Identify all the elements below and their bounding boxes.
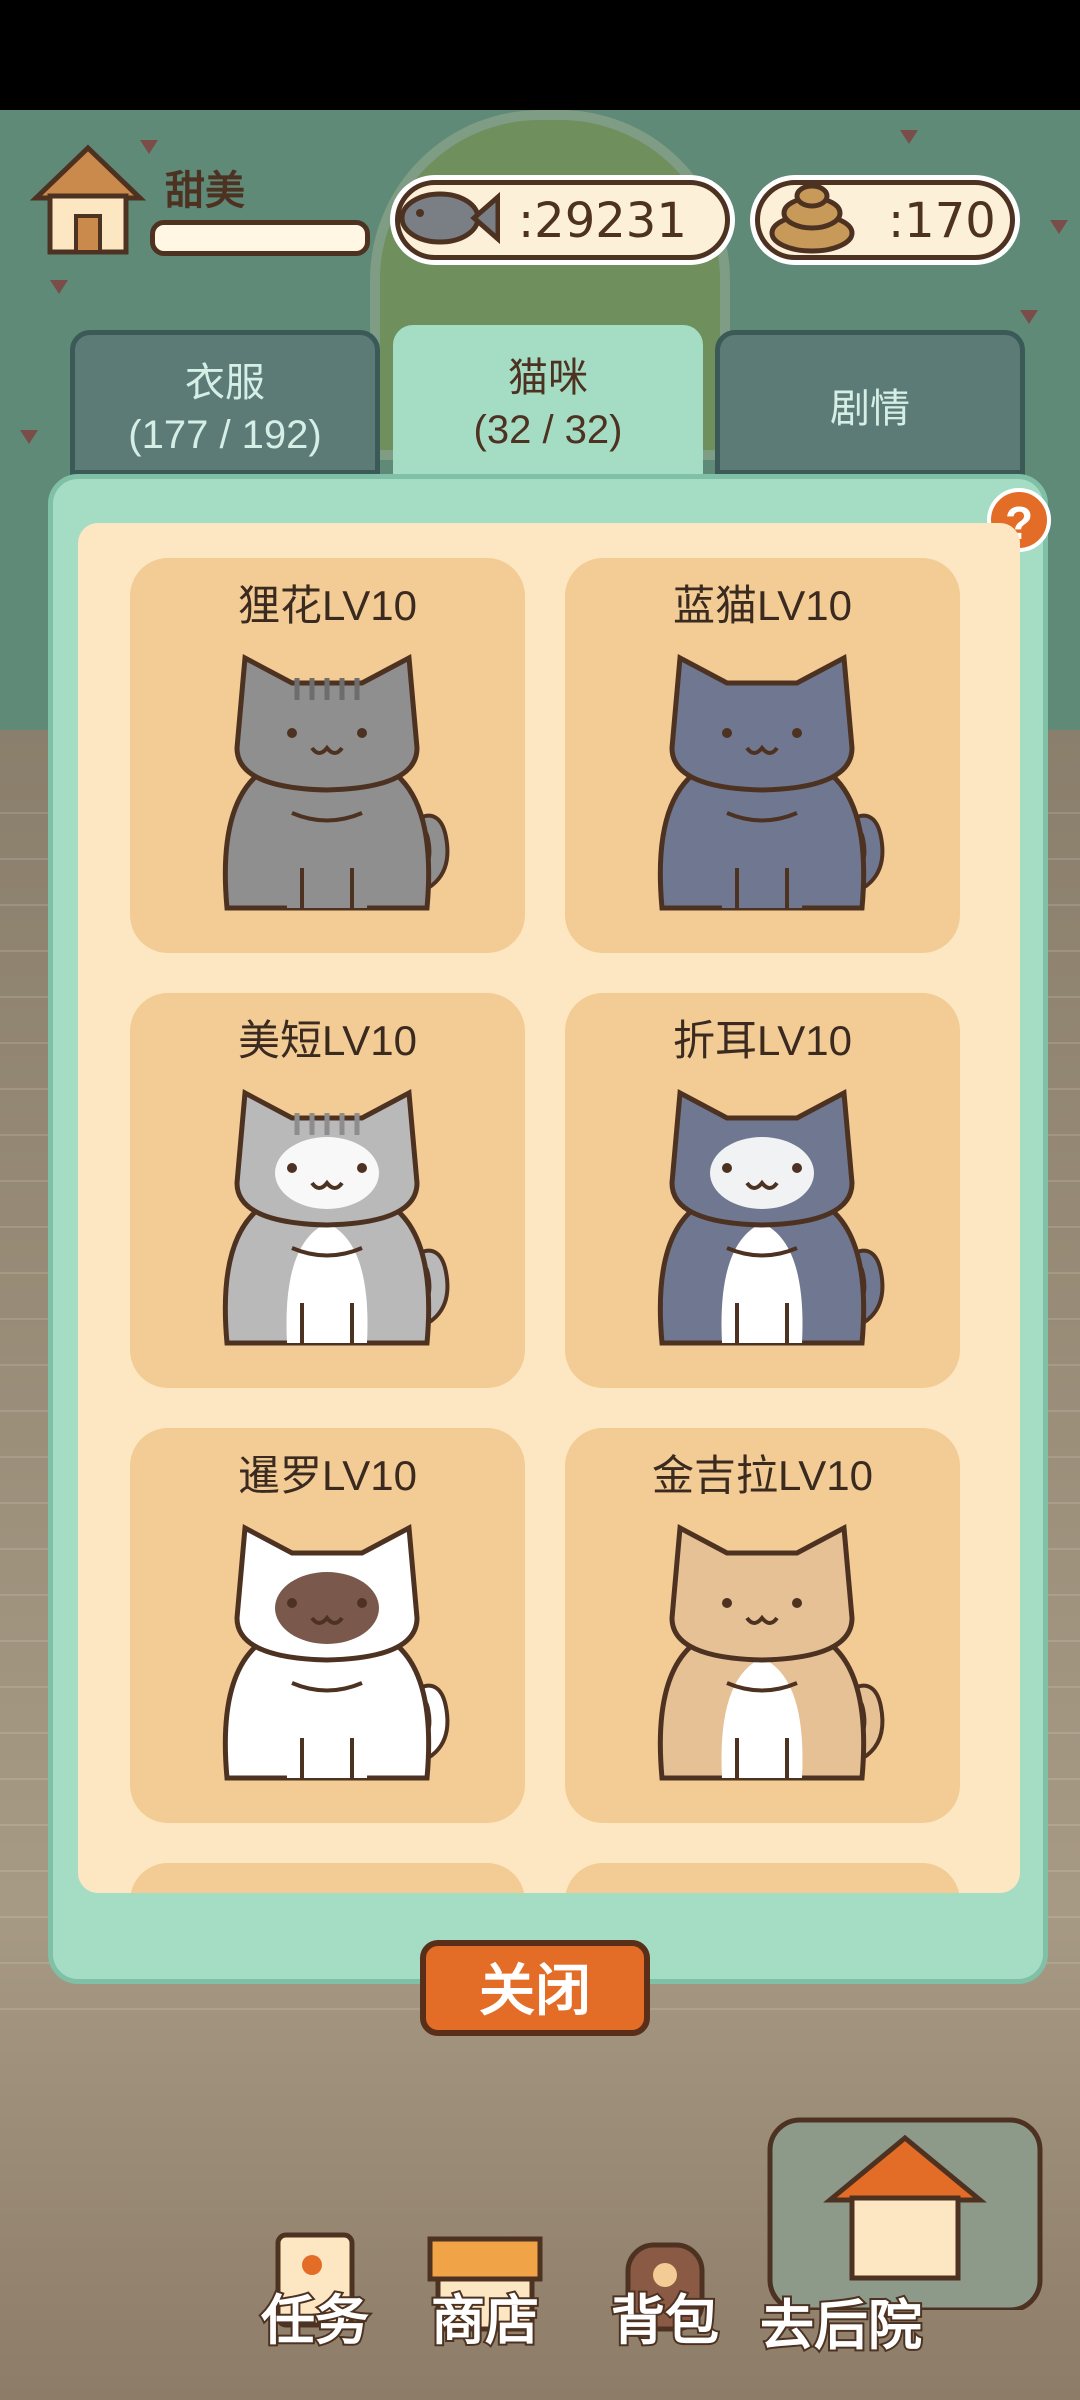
- cat-card[interactable]: 狸花LV10: [130, 558, 525, 953]
- cat-grid[interactable]: 狸花LV10 蓝猫LV10 美短LV10 折耳LV10 暹罗LV10 金吉拉LV…: [78, 523, 1020, 1893]
- cat-name: 美短LV10: [238, 1017, 417, 1064]
- cat-card[interactable]: 暹罗LV10: [130, 1428, 525, 1823]
- cat-name: 蓝猫LV10: [673, 582, 852, 629]
- fish-currency: :29231: [395, 180, 730, 260]
- cat-icon: [222, 1089, 450, 1346]
- cat-card-partial[interactable]: [565, 1863, 960, 1893]
- tab-label: 剧情: [830, 387, 910, 431]
- fish-count: :29231: [518, 193, 687, 249]
- fish-icon: [399, 191, 500, 245]
- nav-shop-label: 商店: [429, 2289, 541, 2353]
- cat-icon: [657, 654, 885, 911]
- tab-story[interactable]: 剧情: [715, 330, 1025, 475]
- nav-shop-button[interactable]: 商店: [410, 2225, 560, 2355]
- nav-backyard-label: 去后院: [758, 2294, 924, 2358]
- tab-count: (177 / 192): [128, 413, 322, 457]
- cat-icon: [222, 1524, 450, 1781]
- cat-card[interactable]: 蓝猫LV10: [565, 558, 960, 953]
- nav-backpack-button[interactable]: 背包: [590, 2225, 740, 2355]
- cat-card-partial[interactable]: [130, 1863, 525, 1893]
- nav-backpack-label: 背包: [609, 2289, 721, 2353]
- cat-card[interactable]: 折耳LV10: [565, 993, 960, 1388]
- xp-bar: [150, 220, 370, 256]
- tab-cats[interactable]: 猫咪 (32 / 32): [393, 325, 703, 485]
- home-icon[interactable]: [28, 140, 148, 260]
- poop-icon: [769, 183, 855, 254]
- tab-label: 衣服: [185, 361, 265, 405]
- nav-tasks-button[interactable]: 任务: [240, 2225, 390, 2355]
- cat-name: 金吉拉LV10: [652, 1452, 873, 1499]
- tab-count: (32 / 32): [473, 408, 623, 452]
- player-name: 甜美: [165, 169, 245, 213]
- nav-backyard-button[interactable]: 去后院: [758, 2110, 1050, 2360]
- cat-card[interactable]: 美短LV10: [130, 993, 525, 1388]
- cat-icon: [222, 654, 450, 911]
- poop-currency: :170: [755, 180, 1015, 260]
- backyard-house-icon: [767, 2117, 1043, 2313]
- cat-name: 暹罗LV10: [238, 1452, 417, 1499]
- cat-icon: [657, 1089, 885, 1346]
- cat-name: 折耳LV10: [673, 1017, 852, 1064]
- close-button[interactable]: 关闭: [420, 1940, 650, 2036]
- cat-name: 狸花LV10: [238, 582, 417, 629]
- cat-icon: [657, 1524, 885, 1781]
- cat-card[interactable]: 金吉拉LV10: [565, 1428, 960, 1823]
- tab-label: 猫咪: [508, 356, 588, 400]
- tab-clothes[interactable]: 衣服 (177 / 192): [70, 330, 380, 475]
- nav-tasks-label: 任务: [259, 2289, 371, 2353]
- poop-count: :170: [888, 193, 996, 249]
